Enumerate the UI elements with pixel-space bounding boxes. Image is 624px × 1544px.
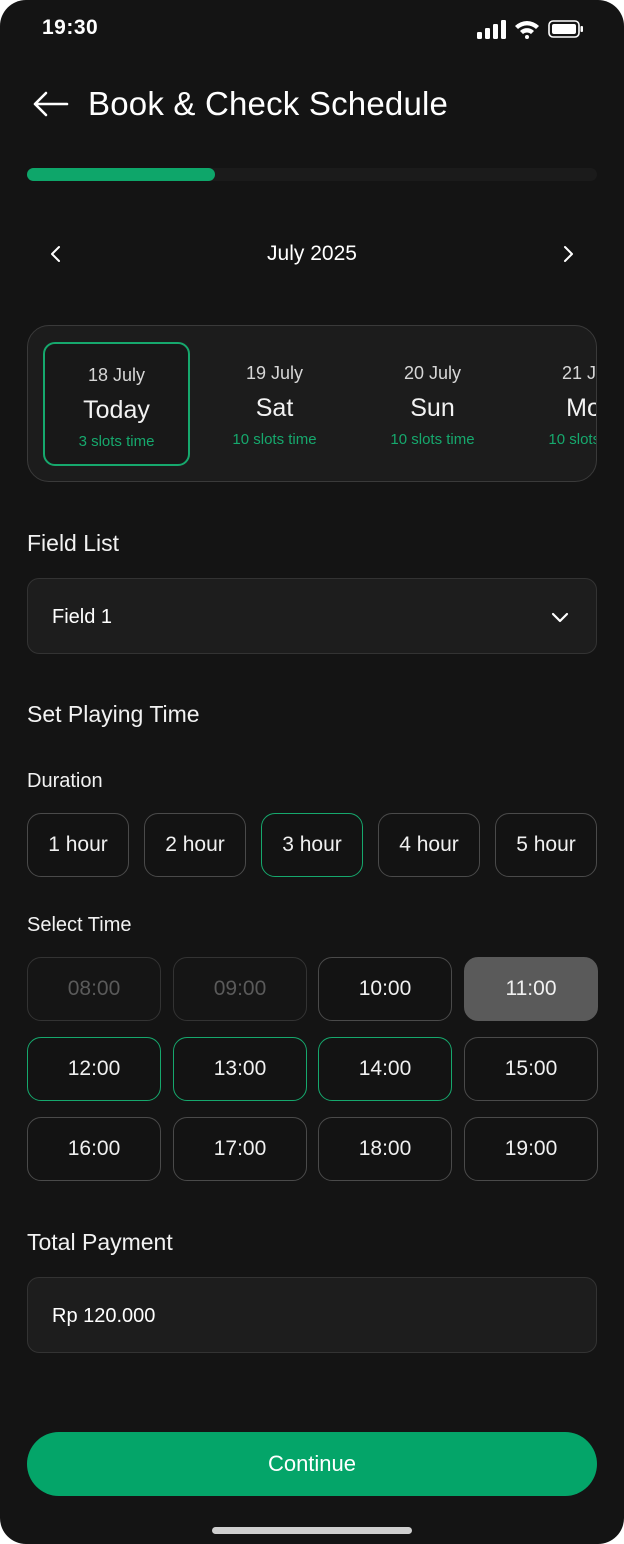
phone-screen: 19:30 Book & Check Schedule July 2025 18… <box>0 0 624 1544</box>
chevron-left-icon <box>51 246 60 262</box>
total-payment-value: Rp 120.000 <box>52 1305 156 1327</box>
time-slot[interactable]: 17:00 <box>173 1117 307 1181</box>
date-card-date: 19 July <box>245 363 304 383</box>
progress-bar <box>27 168 597 181</box>
date-strip[interactable]: 18 July Today 3 slots time 19 July Sat 1… <box>27 325 597 482</box>
time-slot[interactable]: 14:00 <box>318 1037 452 1101</box>
time-slot[interactable]: 12:00 <box>27 1037 161 1101</box>
duration-option[interactable]: 1 hour <box>27 813 129 877</box>
progress-fill <box>27 168 216 181</box>
date-card-day: Sun <box>410 394 455 422</box>
battery-icon <box>548 20 583 38</box>
arrow-left-icon <box>33 91 69 117</box>
date-card[interactable]: 19 July Sat 10 slots time <box>201 342 348 466</box>
chevron-down-icon <box>551 612 569 623</box>
next-month-button[interactable] <box>548 234 588 274</box>
status-icons <box>476 16 584 42</box>
date-card-slots: 10 slots time <box>548 431 596 448</box>
duration-option[interactable]: 4 hour <box>378 813 480 877</box>
select-time-label: Select Time <box>27 914 132 936</box>
field-select-value: Field 1 <box>52 606 113 628</box>
date-card-day: Today <box>83 396 150 424</box>
date-card-slots: 10 slots time <box>390 431 475 448</box>
continue-button[interactable]: Continue <box>27 1432 597 1496</box>
chevron-right-icon <box>564 246 573 262</box>
duration-option[interactable]: 2 hour <box>144 813 246 877</box>
signal-icon <box>477 20 506 39</box>
total-payment-field: Rp 120.000 <box>27 1277 597 1353</box>
time-slot[interactable]: 19:00 <box>464 1117 598 1181</box>
previous-month-button[interactable] <box>36 234 76 274</box>
time-slot[interactable]: 13:00 <box>173 1037 307 1101</box>
date-card-slots: 3 slots time <box>78 433 155 450</box>
status-time: 19:30 <box>42 16 99 39</box>
field-list-label: Field List <box>27 530 120 556</box>
time-slot[interactable]: 11:00 <box>464 957 598 1021</box>
date-card[interactable]: 18 July Today 3 slots time <box>43 342 190 466</box>
time-slot[interactable]: 16:00 <box>27 1117 161 1181</box>
date-card-day: Mon <box>566 394 596 422</box>
duration-label: Duration <box>27 770 103 792</box>
time-slot: 08:00 <box>27 957 161 1021</box>
date-card-date: 20 July <box>403 363 462 383</box>
month-label: July 2025 <box>267 242 357 265</box>
time-slot: 09:00 <box>173 957 307 1021</box>
date-card-date: 18 July <box>87 365 146 385</box>
back-button[interactable] <box>28 82 72 126</box>
date-card-day: Sat <box>255 394 294 422</box>
date-card-slots: 10 slots time <box>232 431 317 448</box>
total-payment-label: Total Payment <box>27 1229 173 1255</box>
set-playing-time-label: Set Playing Time <box>27 701 200 727</box>
home-indicator[interactable] <box>212 1527 412 1534</box>
duration-option[interactable]: 5 hour <box>495 813 597 877</box>
date-card-date: 21 July <box>561 363 596 383</box>
date-card[interactable]: 21 July Mon 10 slots time <box>517 342 596 466</box>
field-select[interactable]: Field 1 <box>27 578 597 654</box>
time-slot[interactable]: 18:00 <box>318 1117 452 1181</box>
time-slot[interactable]: 15:00 <box>464 1037 598 1101</box>
date-card[interactable]: 20 July Sun 10 slots time <box>359 342 506 466</box>
wifi-icon <box>515 21 539 39</box>
page-title: Book & Check Schedule <box>88 85 449 122</box>
duration-option[interactable]: 3 hour <box>261 813 363 877</box>
time-slot[interactable]: 10:00 <box>318 957 452 1021</box>
